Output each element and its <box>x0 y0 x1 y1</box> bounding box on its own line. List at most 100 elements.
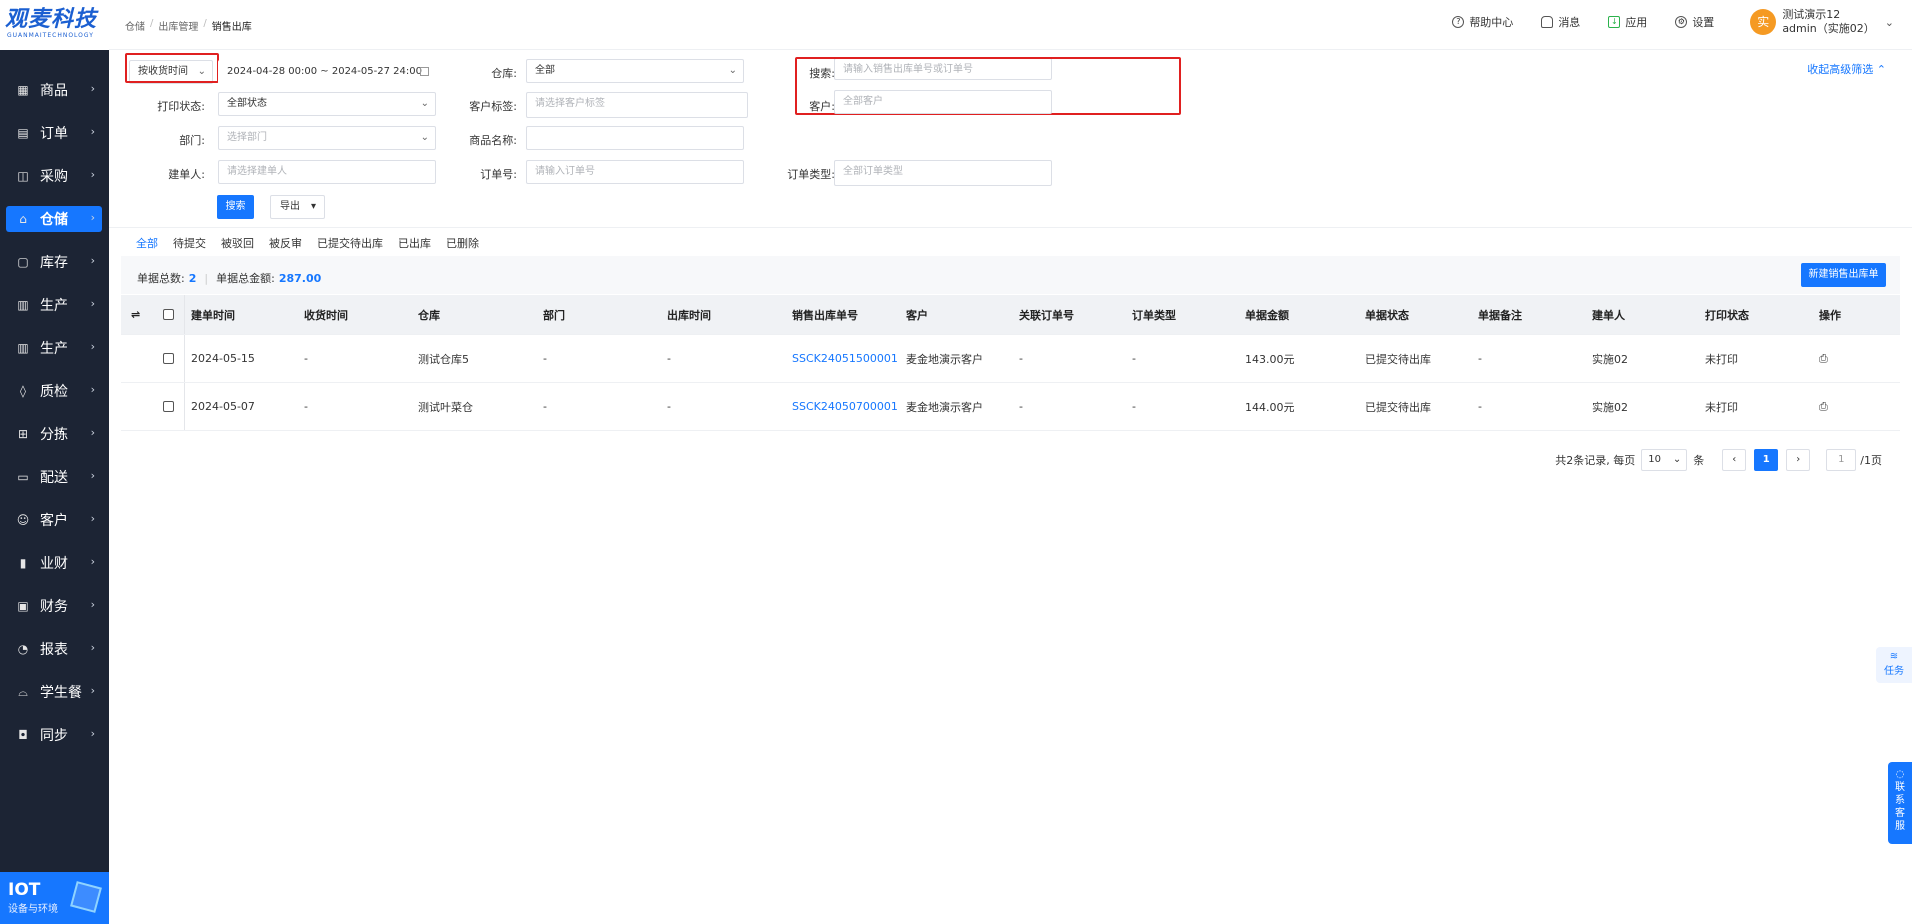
sidebar-item-quality[interactable]: ◊ 质检 › <box>0 369 109 412</box>
sidebar-item-label: 学生餐 <box>40 684 82 701</box>
cell-outbound-no-link[interactable]: SSCK24050700001 <box>792 383 898 430</box>
sidebar-item-inventory[interactable]: ▢ 库存 › <box>0 240 109 283</box>
column-header[interactable]: 打印状态 <box>1705 295 1749 334</box>
iot-entry[interactable]: IOT 设备与环境 <box>0 872 109 924</box>
search-button[interactable]: 搜索 <box>217 195 254 219</box>
cell-related-order: - <box>1019 400 1023 413</box>
customer-tag-select[interactable]: 请选择客户标签 <box>526 92 748 118</box>
collapse-filters-label: 收起高级筛选 <box>1807 63 1874 76</box>
export-button[interactable]: 导出 ▾ <box>270 195 325 219</box>
breadcrumb-item[interactable]: 仓储 <box>125 18 145 33</box>
sidebar-item-sync[interactable]: ◘ 同步 › <box>0 713 109 756</box>
row-checkbox[interactable] <box>163 353 174 364</box>
department-select[interactable]: 选择部门 ⌄ <box>218 126 436 150</box>
chevron-right-icon: › <box>90 340 95 353</box>
sidebar-item-delivery[interactable]: ▭ 配送 › <box>0 455 109 498</box>
column-header[interactable]: 订单类型 <box>1132 295 1176 334</box>
contact-service-widget[interactable]: ◌ 联 系 客 服 <box>1888 762 1912 844</box>
sidebar-item-warehouse[interactable]: ⌂ 仓储 › <box>0 197 109 240</box>
sidebar-item-customer[interactable]: ☺ 客户 › <box>0 498 109 541</box>
sidebar-item-production-2[interactable]: ▥ 生产 › <box>0 326 109 369</box>
search-label: 搜索: <box>809 67 835 80</box>
row-checkbox[interactable] <box>163 401 174 412</box>
sidebar-item-production-1[interactable]: ▥ 生产 › <box>0 283 109 326</box>
table-row[interactable]: 2024-05-07 - 测试叶菜仓 - - SSCK24050700001 麦… <box>121 383 1900 431</box>
order-type-select[interactable]: 全部订单类型 <box>834 160 1052 186</box>
cell-department: - <box>543 400 547 413</box>
collapse-filters-link[interactable]: 收起高级筛选 ⌃ <box>1807 61 1886 77</box>
brand-name: 观麦科技 <box>5 7 98 32</box>
help-center-link[interactable]: ? 帮助中心 <box>1452 14 1513 30</box>
header-actions: ? 帮助中心 消息 ↓ 应用 ⚙ 设置 实 测试演示12 admin（实施02） ⌄ <box>1424 8 1894 36</box>
time-type-select[interactable]: 按收货时间 ⌄ <box>129 60 213 84</box>
column-header[interactable]: 建单时间 <box>191 295 235 334</box>
sidebar-item-label: 库存 <box>40 254 68 271</box>
creator-select[interactable]: 请选择建单人 <box>218 160 436 184</box>
column-divider <box>184 335 185 382</box>
next-page-button[interactable]: › <box>1786 449 1811 471</box>
customer-input[interactable]: 全部客户 <box>834 90 1052 114</box>
table-row[interactable]: 2024-05-15 - 测试仓库5 - - SSCK24051500001 麦… <box>121 335 1900 383</box>
page-number-current[interactable]: 1 <box>1754 449 1779 471</box>
column-header[interactable]: 部门 <box>543 295 565 334</box>
chevron-down-icon: ⌄ <box>1884 15 1894 29</box>
sidebar-item-purchase[interactable]: ◫ 采购 › <box>0 154 109 197</box>
cell-outbound-no-link[interactable]: SSCK24051500001 <box>792 335 898 382</box>
print-status-label: 打印状态: <box>157 100 205 113</box>
column-header[interactable]: 仓库 <box>418 295 440 334</box>
product-name-input[interactable] <box>526 126 744 150</box>
column-header[interactable]: 出库时间 <box>667 295 711 334</box>
brand-logo[interactable]: 观麦科技 GUANMAITECHNOLOGY <box>0 0 109 50</box>
doc-amount-value: 287.00 <box>278 272 322 285</box>
print-status-value: 全部状态 <box>227 98 267 109</box>
sidebar-item-sorting[interactable]: ⊞ 分拣 › <box>0 412 109 455</box>
new-sales-outbound-button[interactable]: 新建销售出库单 <box>1801 263 1886 287</box>
sidebar-item-order[interactable]: ▤ 订单 › <box>0 111 109 154</box>
user-name: 测试演示12 <box>1782 8 1841 21</box>
page-size-select[interactable]: 10 ⌄ <box>1641 449 1688 471</box>
sidebar-item-label: 质检 <box>40 383 68 400</box>
user-menu[interactable]: 实 测试演示12 admin（实施02） ⌄ <box>1750 8 1894 36</box>
messages-link[interactable]: 消息 <box>1541 14 1580 30</box>
settings-link[interactable]: ⚙ 设置 <box>1675 14 1714 30</box>
cell-customer: 麦金地演示客户 <box>906 400 983 414</box>
column-header[interactable]: 操作 <box>1819 295 1841 334</box>
print-status-select[interactable]: 全部状态 ⌄ <box>218 92 436 116</box>
printer-icon[interactable]: ⎙ <box>1819 352 1828 366</box>
sidebar-item-reports[interactable]: ◔ 报表 › <box>0 627 109 670</box>
sidebar-item-student-meal[interactable]: ⌓ 学生餐 › <box>0 670 109 713</box>
column-header[interactable]: 销售出库单号 <box>792 295 858 334</box>
date-range-picker[interactable]: 2024-04-28 00:00 ~ 2024-05-27 24:00 <box>218 60 436 84</box>
column-header[interactable]: 客户 <box>906 295 928 334</box>
customer-label: 客户: <box>809 100 835 113</box>
cell-creator: 实施02 <box>1592 352 1628 366</box>
column-header[interactable]: 单据金额 <box>1245 295 1289 334</box>
grid-icon: ▦ <box>17 82 29 97</box>
warehouse-value: 全部 <box>535 65 555 76</box>
page-jump-input[interactable]: 1 <box>1826 449 1857 471</box>
warehouse-select[interactable]: 全部 ⌄ <box>526 59 744 83</box>
sidebar-item-business-finance[interactable]: ▮ 业财 › <box>0 541 109 584</box>
column-header[interactable]: 收货时间 <box>304 295 348 334</box>
column-settings-icon[interactable]: ⇌ <box>131 295 140 334</box>
printer-icon[interactable]: ⎙ <box>1819 400 1828 414</box>
column-header[interactable]: 单据状态 <box>1365 295 1409 334</box>
column-header[interactable]: 建单人 <box>1592 295 1625 334</box>
select-all-checkbox[interactable] <box>163 309 174 320</box>
apps-link[interactable]: ↓ 应用 <box>1608 14 1647 30</box>
search-input[interactable]: 请输入销售出库单号或订单号 <box>834 58 1052 80</box>
column-header[interactable]: 关联订单号 <box>1019 295 1074 334</box>
task-widget[interactable]: ≋ 任务 <box>1876 647 1912 683</box>
chevron-right-icon: › <box>90 512 95 525</box>
chevron-down-icon: ⌄ <box>197 66 206 77</box>
chevron-right-icon: › <box>90 168 95 181</box>
column-header[interactable]: 单据备注 <box>1478 295 1522 334</box>
prev-page-button[interactable]: ‹ <box>1722 449 1747 471</box>
factory-icon: ▥ <box>17 340 29 355</box>
cell-received-time: - <box>304 352 308 365</box>
sidebar-item-finance[interactable]: ▣ 财务 › <box>0 584 109 627</box>
breadcrumb-item[interactable]: 出库管理 <box>158 18 198 33</box>
user-info: 测试演示12 admin（实施02） <box>1782 8 1874 36</box>
sidebar-item-product[interactable]: ▦ 商品 › <box>0 68 109 111</box>
order-no-input[interactable]: 请输入订单号 <box>526 160 744 184</box>
